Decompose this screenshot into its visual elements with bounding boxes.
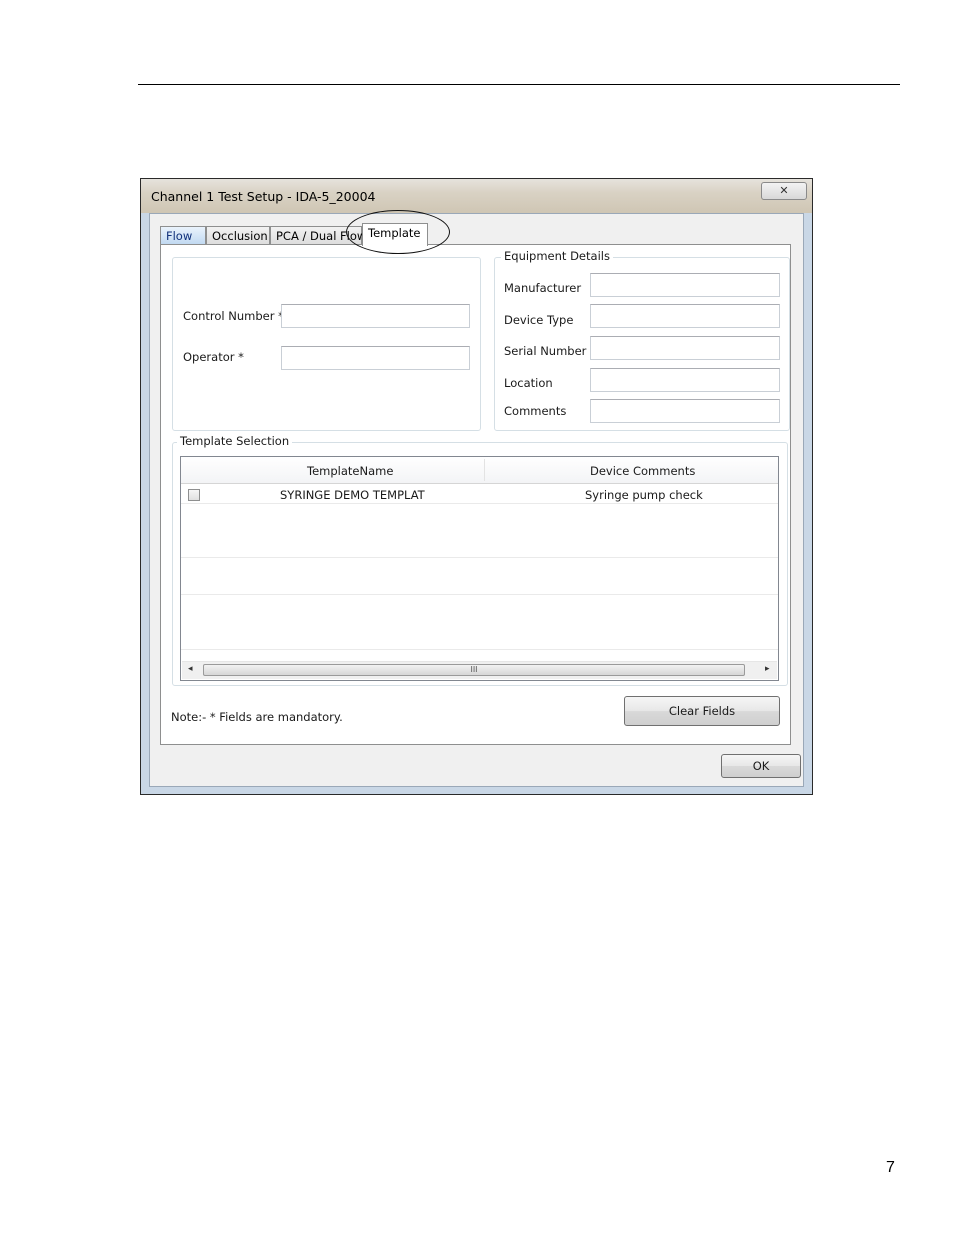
page-header-rule xyxy=(138,84,900,85)
template-grid: TemplateName Device Comments SYRINGE DEM… xyxy=(180,456,779,681)
close-button[interactable]: ✕ xyxy=(761,182,807,200)
tab-flow[interactable]: Flow xyxy=(160,226,206,245)
control-number-label: Control Number * xyxy=(183,309,284,323)
scroll-thumb[interactable]: III xyxy=(203,664,745,676)
comments-label: Comments xyxy=(504,404,567,418)
grid-header: TemplateName Device Comments xyxy=(181,457,778,484)
template-selection-legend: Template Selection xyxy=(177,434,293,448)
device-type-input[interactable] xyxy=(590,304,780,328)
column-header-device-comments[interactable]: Device Comments xyxy=(590,464,695,478)
page-number: 7 xyxy=(886,1159,895,1176)
column-header-template-name[interactable]: TemplateName xyxy=(307,464,393,478)
scroll-left-arrow-icon[interactable]: ◂ xyxy=(188,664,193,674)
equipment-details-legend: Equipment Details xyxy=(501,249,613,263)
row-select-checkbox[interactable] xyxy=(188,489,200,501)
dialog-titlebar[interactable]: Channel 1 Test Setup - IDA-5_20004 ✕ xyxy=(141,179,812,213)
row-divider xyxy=(181,503,778,504)
dialog-title: Channel 1 Test Setup - IDA-5_20004 xyxy=(151,189,376,204)
control-number-input[interactable] xyxy=(281,304,470,328)
operator-label: Operator * xyxy=(183,350,244,364)
horizontal-scrollbar[interactable]: ◂ III ▸ xyxy=(182,661,777,679)
serial-number-input[interactable] xyxy=(590,336,780,360)
location-label: Location xyxy=(504,376,553,390)
scroll-right-arrow-icon[interactable]: ▸ xyxy=(765,664,770,674)
ok-button[interactable]: OK xyxy=(721,754,801,778)
location-input[interactable] xyxy=(590,368,780,392)
manufacturer-label: Manufacturer xyxy=(504,281,582,295)
mandatory-fields-note: Note:- * Fields are mandatory. xyxy=(171,710,343,724)
row-divider xyxy=(181,557,778,558)
device-comments-cell: Syringe pump check xyxy=(585,488,703,502)
row-divider xyxy=(181,649,778,650)
tab-occlusion[interactable]: Occlusion xyxy=(206,226,270,245)
manufacturer-input[interactable] xyxy=(590,273,780,297)
test-info-group xyxy=(172,257,481,431)
device-type-label: Device Type xyxy=(504,313,574,327)
column-separator[interactable] xyxy=(484,459,485,481)
comments-input[interactable] xyxy=(590,399,780,423)
serial-number-label: Serial Number xyxy=(504,344,587,358)
row-divider xyxy=(181,594,778,595)
template-name-cell: SYRINGE DEMO TEMPLAT xyxy=(280,488,425,502)
close-icon: ✕ xyxy=(779,184,789,197)
clear-fields-button[interactable]: Clear Fields xyxy=(624,696,780,726)
template-tab-highlight-ellipse xyxy=(346,210,450,254)
operator-input[interactable] xyxy=(281,346,470,370)
scroll-grip-icon: III xyxy=(470,665,478,674)
